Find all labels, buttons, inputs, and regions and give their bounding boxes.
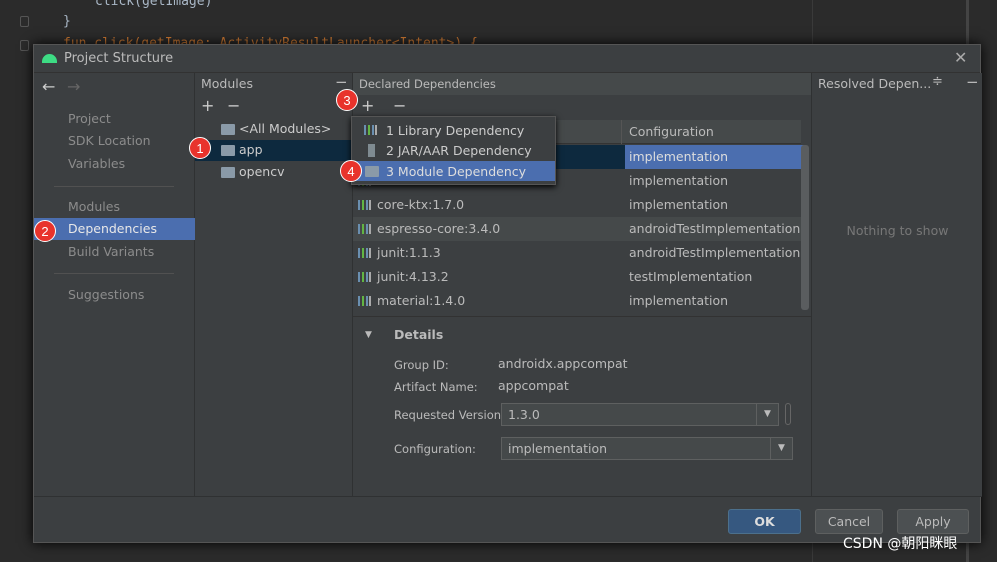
library-module-icon xyxy=(221,167,235,178)
fold-icon[interactable] xyxy=(20,16,29,27)
dialog-title: Project Structure xyxy=(64,51,174,66)
divider xyxy=(54,186,174,187)
menu-item-jar-aar-dependency[interactable]: 2 JAR/AAR Dependency xyxy=(352,140,555,160)
step-badge-3: 3 xyxy=(336,89,358,111)
collapse-icon[interactable]: − xyxy=(966,73,979,91)
menu-label: 1 Library Dependency xyxy=(386,123,525,138)
table-row[interactable]: core-ktx:1.7.0 implementation xyxy=(353,193,801,217)
remove-dependency-button[interactable]: − xyxy=(393,96,406,115)
table-row[interactable]: material:1.4.0 implementation xyxy=(353,289,801,313)
configuration-value: implementation xyxy=(508,441,608,456)
apply-button[interactable]: Apply xyxy=(897,509,969,534)
nav-project[interactable]: Project xyxy=(34,108,195,130)
collapse-triangle-icon[interactable]: ▼ xyxy=(365,330,372,340)
menu-label: 2 JAR/AAR Dependency xyxy=(386,143,532,158)
menu-item-module-dependency[interactable]: 3 Module Dependency xyxy=(352,161,555,181)
dependency-name: material:1.4.0 xyxy=(377,293,466,308)
step-badge-2: 2 xyxy=(34,220,56,242)
android-icon xyxy=(42,54,57,63)
dependency-configuration: androidTestImplementation xyxy=(629,245,801,260)
folder-icon xyxy=(221,124,235,135)
step-badge-1: 1 xyxy=(189,137,211,159)
version-combobox[interactable]: 1.3.0 ▼ xyxy=(501,403,779,426)
table-row[interactable]: junit:1.1.3 androidTestImplementation xyxy=(353,241,801,265)
watermark: CSDN @朝阳眯眼 xyxy=(843,536,958,552)
artifact-value: appcompat xyxy=(498,378,569,393)
module-item-app[interactable]: app xyxy=(195,140,353,161)
version-extra-button[interactable] xyxy=(785,403,791,425)
column-configuration[interactable]: Configuration xyxy=(629,124,714,139)
add-module-button[interactable]: + xyxy=(201,96,214,115)
divider xyxy=(54,273,174,274)
version-value: 1.3.0 xyxy=(508,407,540,422)
modules-panel: Modules − + − <All Modules> app opencv xyxy=(195,73,353,496)
cancel-button[interactable]: Cancel xyxy=(815,509,883,534)
table-row[interactable]: espresso-core:3.4.0 androidTestImplementa… xyxy=(353,217,801,241)
nav-sdk-location[interactable]: SDK Location xyxy=(34,130,195,152)
code-line: } xyxy=(63,14,71,29)
version-label: Requested Version: xyxy=(394,408,505,422)
resolved-header: Resolved Depen... xyxy=(818,76,932,91)
close-icon[interactable]: ✕ xyxy=(954,48,967,67)
dependency-configuration: implementation xyxy=(625,145,805,169)
dependency-configuration: implementation xyxy=(629,173,729,188)
dependency-configuration: implementation xyxy=(629,197,729,212)
dependency-name: junit:4.13.2 xyxy=(377,269,449,284)
dependency-name: core-ktx:1.7.0 xyxy=(377,197,465,212)
library-icon xyxy=(358,248,371,258)
library-icon xyxy=(364,125,377,135)
module-folder-icon xyxy=(221,145,235,156)
table-scrollbar[interactable] xyxy=(801,145,809,310)
library-icon xyxy=(358,296,371,306)
nav-suggestions[interactable]: Suggestions xyxy=(34,284,195,306)
dependency-configuration: testImplementation xyxy=(629,269,753,284)
module-label: app xyxy=(239,142,263,157)
artifact-label: Artifact Name: xyxy=(394,380,478,394)
nav-panel: ← → Project SDK Location Variables Modul… xyxy=(34,73,195,496)
module-item-opencv[interactable]: opencv xyxy=(195,161,353,183)
add-dependency-menu: 1 Library Dependency 2 JAR/AAR Dependenc… xyxy=(351,116,556,185)
configuration-combobox[interactable]: implementation ▼ xyxy=(501,437,793,460)
module-label: <All Modules> xyxy=(239,121,332,136)
dependency-configuration: androidTestImplementation xyxy=(629,221,801,236)
details-title: Details xyxy=(394,327,444,342)
back-icon[interactable]: ← xyxy=(42,77,55,96)
title-bar: Project Structure ✕ xyxy=(34,45,980,73)
dropdown-arrow-icon[interactable]: ▼ xyxy=(756,404,778,425)
dependency-name: espresso-core:3.4.0 xyxy=(377,221,501,236)
modules-header: Modules xyxy=(201,76,253,91)
forward-icon[interactable]: → xyxy=(67,77,80,96)
table-row[interactable]: junit:4.13.2 testImplementation xyxy=(353,265,801,289)
empty-state: Nothing to show xyxy=(846,223,949,238)
remove-module-button[interactable]: − xyxy=(227,96,240,115)
code-line: click(getImage) xyxy=(95,0,213,9)
menu-item-library-dependency[interactable]: 1 Library Dependency xyxy=(352,120,555,140)
module-label: opencv xyxy=(239,164,285,179)
module-item-all[interactable]: <All Modules> xyxy=(195,118,353,140)
nav-build-variants[interactable]: Build Variants xyxy=(34,241,195,263)
nav-variables[interactable]: Variables xyxy=(34,153,195,175)
nav-modules[interactable]: Modules xyxy=(34,196,195,218)
group-id-label: Group ID: xyxy=(394,358,449,372)
expand-icon[interactable]: ≑ xyxy=(932,74,943,89)
dependency-configuration: implementation xyxy=(629,293,729,308)
nav-dependencies[interactable]: Dependencies xyxy=(34,218,195,240)
fold-icon[interactable] xyxy=(20,40,29,51)
library-icon xyxy=(358,272,371,282)
add-dependency-button[interactable]: + xyxy=(361,96,374,115)
library-icon xyxy=(358,224,371,234)
library-icon xyxy=(358,200,371,210)
jar-icon xyxy=(368,144,375,157)
group-id-value: androidx.appcompat xyxy=(498,356,628,371)
menu-label: 3 Module Dependency xyxy=(386,164,527,179)
module-folder-icon xyxy=(365,166,379,177)
resolved-dependencies-panel: Resolved Depen... ≑ − Nothing to show xyxy=(811,73,982,496)
step-badge-4: 4 xyxy=(340,160,362,182)
declared-header: Declared Dependencies xyxy=(353,73,811,95)
dependency-name: junit:1.1.3 xyxy=(377,245,441,260)
configuration-label: Configuration: xyxy=(394,442,476,456)
ok-button[interactable]: OK xyxy=(728,509,801,534)
dropdown-arrow-icon[interactable]: ▼ xyxy=(770,438,792,459)
